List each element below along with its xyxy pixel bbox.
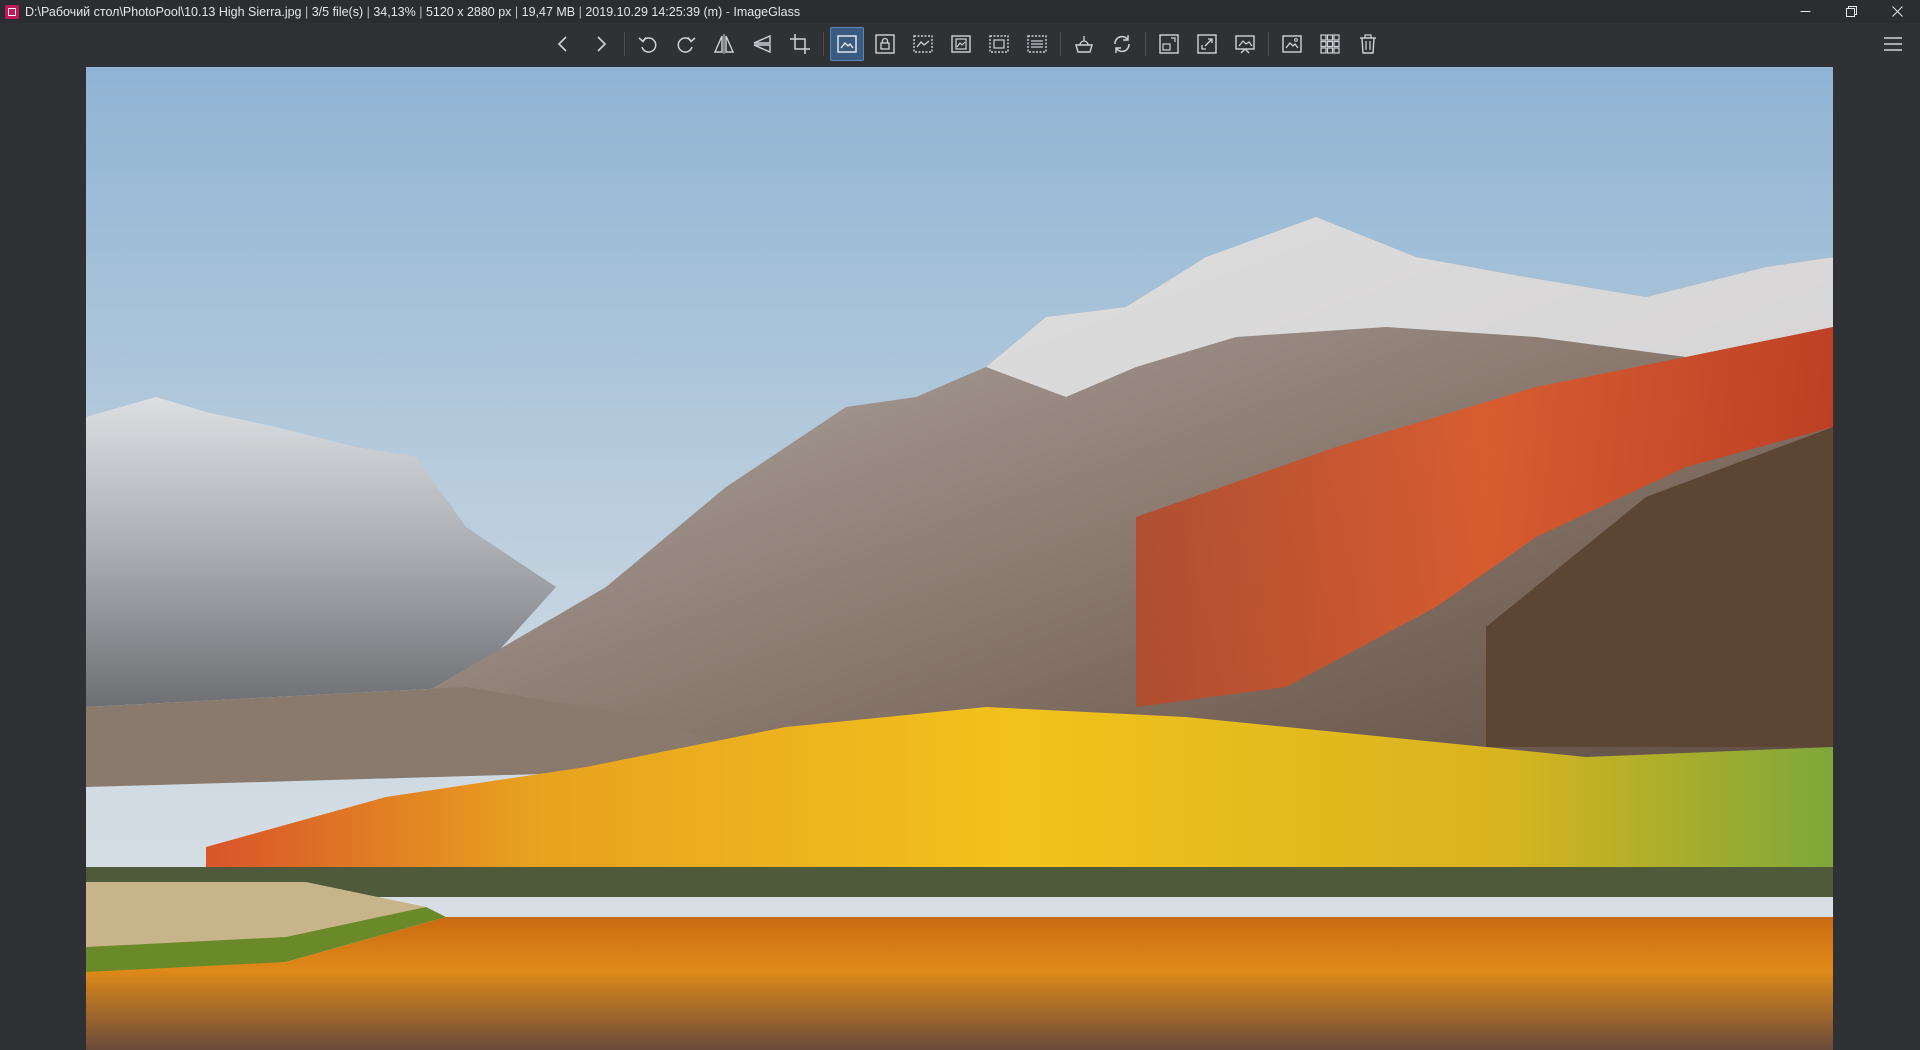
lock-zoom-ratio-button[interactable] xyxy=(868,27,902,61)
open-with-icon xyxy=(1075,36,1093,53)
scale-to-fit-icon xyxy=(989,35,1009,53)
next-image-button[interactable] xyxy=(584,27,618,61)
fullscreen-button[interactable] xyxy=(1190,27,1224,61)
window-controls xyxy=(1782,0,1920,23)
main-toolbar xyxy=(0,23,1920,65)
auto-zoom-button[interactable] xyxy=(830,27,864,61)
toolbar-separator xyxy=(1145,32,1146,56)
crop-icon xyxy=(790,34,810,54)
grid-icon xyxy=(1320,34,1340,54)
toolbar-buttons xyxy=(544,23,1387,65)
title-bar[interactable]: D:\Рабочий стол\PhotoPool\10.13 High Sie… xyxy=(0,0,1920,23)
chevron-right-icon xyxy=(597,36,607,52)
title-app-name: ImageGlass xyxy=(733,4,801,19)
previous-image-button[interactable] xyxy=(546,27,580,61)
imageglass-window: D:\Рабочий стол\PhotoPool\10.13 High Sie… xyxy=(0,0,1920,1050)
auto-zoom-icon xyxy=(837,35,857,53)
restore-icon xyxy=(1845,6,1857,17)
minimize-icon xyxy=(1800,11,1810,12)
thumbnail-bar-button[interactable] xyxy=(1275,27,1309,61)
scale-to-fill-button[interactable] xyxy=(1020,27,1054,61)
title-file-size: 19,47 MB xyxy=(521,4,576,19)
toolbar-separator xyxy=(823,32,824,56)
delete-button[interactable] xyxy=(1351,27,1385,61)
rotate-right-button[interactable] xyxy=(669,27,703,61)
toolbar-separator xyxy=(624,32,625,56)
flip-vertical-icon xyxy=(753,34,771,54)
flip-horizontal-button[interactable] xyxy=(707,27,741,61)
minimize-button[interactable] xyxy=(1782,0,1828,23)
slideshow-button[interactable] xyxy=(1228,27,1262,61)
checkerboard-button[interactable] xyxy=(1313,27,1347,61)
image-icon xyxy=(1282,35,1302,53)
title-zoom-level: 34,13% xyxy=(373,4,416,19)
title-modified-date: 2019.10.29 14:25:39 (m) xyxy=(585,4,723,19)
rotate-right-icon xyxy=(677,37,696,53)
landscape-image xyxy=(86,67,1833,1050)
flip-vertical-button[interactable] xyxy=(745,27,779,61)
scale-to-fill-icon xyxy=(1027,35,1047,53)
hamburger-menu-icon xyxy=(1884,37,1902,51)
refresh-button[interactable] xyxy=(1105,27,1139,61)
go-to-image-button[interactable] xyxy=(1152,27,1186,61)
trash-icon xyxy=(1360,34,1376,54)
refresh-icon xyxy=(1114,35,1130,53)
close-icon xyxy=(1891,6,1903,17)
window-title: D:\Рабочий стол\PhotoPool\10.13 High Sie… xyxy=(25,4,801,19)
restore-button[interactable] xyxy=(1828,0,1874,23)
chevron-left-icon xyxy=(557,36,567,52)
scale-to-fit-button[interactable] xyxy=(982,27,1016,61)
main-menu-button[interactable] xyxy=(1876,27,1910,61)
flip-horizontal-icon xyxy=(713,34,735,54)
scale-to-width-button[interactable] xyxy=(906,27,940,61)
imageglass-app-icon[interactable] xyxy=(5,4,19,19)
title-image-dimensions: 5120 x 2880 px xyxy=(425,4,512,19)
scale-to-width-icon xyxy=(913,35,933,53)
title-file-index: 3/5 file(s) xyxy=(311,4,364,19)
lock-icon xyxy=(875,34,895,54)
slideshow-icon xyxy=(1235,35,1255,54)
rotate-left-button[interactable] xyxy=(631,27,665,61)
toolbar-separator xyxy=(1268,32,1269,56)
scale-to-height-button[interactable] xyxy=(944,27,978,61)
open-with-button[interactable] xyxy=(1067,27,1101,61)
rotate-left-icon xyxy=(638,37,657,53)
close-button[interactable] xyxy=(1874,0,1920,23)
title-file-path: D:\Рабочий стол\PhotoPool\10.13 High Sie… xyxy=(25,4,302,19)
fullscreen-icon xyxy=(1197,34,1217,54)
toolbar-separator xyxy=(1060,32,1061,56)
go-to-image-icon xyxy=(1159,34,1179,54)
image-viewer[interactable] xyxy=(0,65,1920,1050)
scale-to-height-icon xyxy=(951,35,971,53)
displayed-image[interactable] xyxy=(86,67,1833,1050)
crop-button[interactable] xyxy=(783,27,817,61)
